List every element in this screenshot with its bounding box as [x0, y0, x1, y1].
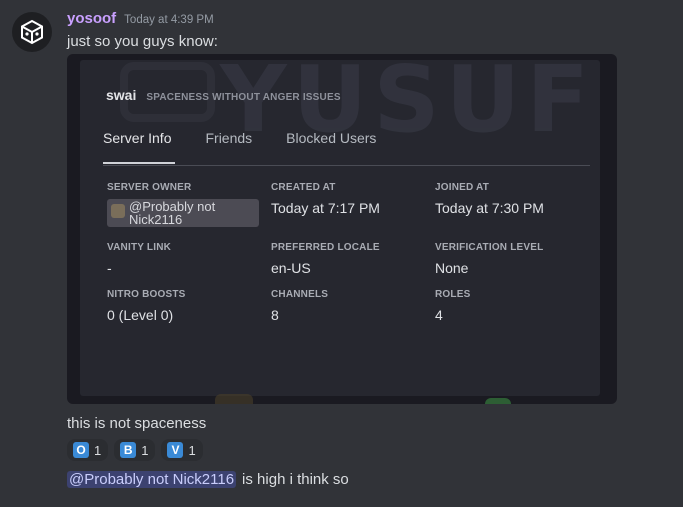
field-value: 0 (Level 0)	[107, 307, 174, 323]
timestamp[interactable]: Today at 4:39 PM	[124, 14, 214, 26]
regional-indicator-v-icon: V	[167, 442, 184, 458]
reaction-b[interactable]: B 1	[114, 439, 156, 461]
regional-indicator-o-icon: O	[73, 442, 89, 458]
field-joined-at: JOINED AT Today at 7:30 PM	[435, 182, 544, 216]
active-tab-indicator	[103, 162, 175, 164]
avatar[interactable]	[12, 12, 52, 52]
field-server-owner: SERVER OWNER @Probably not Nick2116	[107, 182, 259, 227]
server-header: swai SPACENESS WITHOUT ANGER ISSUES	[106, 87, 341, 103]
tab-bar: Server Info Friends Blocked Users	[103, 130, 376, 146]
server-name: swai	[106, 87, 137, 103]
tab-friends[interactable]: Friends	[205, 130, 252, 146]
field-preferred-locale: PREFERRED LOCALE en-US	[271, 242, 380, 276]
field-created-at: CREATED AT Today at 7:17 PM	[271, 182, 380, 216]
field-label: CREATED AT	[271, 182, 336, 193]
decorative-shape	[485, 398, 511, 404]
decorative-shape	[215, 394, 253, 404]
field-value: 8	[271, 307, 279, 323]
server-info-panel: YUSUF swai SPACENESS WITHOUT ANGER ISSUE…	[80, 54, 600, 396]
tab-divider	[103, 165, 590, 166]
message-text-3-content: is high i think so	[242, 471, 349, 488]
server-description: SPACENESS WITHOUT ANGER ISSUES	[146, 92, 341, 103]
username[interactable]: yosoof	[67, 10, 116, 27]
field-value: Today at 7:17 PM	[271, 200, 380, 216]
field-value: 4	[435, 307, 443, 323]
field-channels: CHANNELS 8	[271, 289, 328, 323]
field-label: NITRO BOOSTS	[107, 289, 186, 300]
field-label: SERVER OWNER	[107, 182, 192, 193]
attached-screenshot[interactable]: YUSUF swai SPACENESS WITHOUT ANGER ISSUE…	[67, 54, 617, 404]
field-label: CHANNELS	[271, 289, 329, 300]
field-label: PREFERRED LOCALE	[271, 242, 380, 253]
field-value: -	[107, 260, 112, 276]
regional-indicator-b-icon: B	[120, 442, 137, 458]
reaction-v[interactable]: V 1	[161, 439, 203, 461]
tab-server-info[interactable]: Server Info	[103, 130, 171, 146]
reaction-count: 1	[141, 442, 149, 458]
owner-mention: @Probably not Nick2116	[129, 199, 216, 227]
user-mention[interactable]: @Probably not Nick2116	[67, 471, 237, 488]
field-value: None	[435, 260, 469, 276]
field-roles: ROLES 4	[435, 289, 470, 323]
field-label: ROLES	[435, 289, 471, 300]
field-label: VANITY LINK	[107, 242, 172, 253]
field-label: JOINED AT	[435, 182, 490, 193]
field-nitro-boosts: NITRO BOOSTS 0 (Level 0)	[107, 289, 186, 323]
message-text-1: just so you guys know:	[67, 33, 218, 50]
message-text-2: this is not spaceness	[67, 415, 207, 432]
tab-blocked-users[interactable]: Blocked Users	[286, 130, 376, 146]
field-vanity-link: VANITY LINK -	[107, 242, 171, 276]
field-value: en-US	[271, 260, 311, 276]
user-avatar-icon	[111, 204, 125, 218]
reaction-count: 1	[94, 442, 102, 458]
cube-logo-icon	[21, 19, 43, 45]
field-label: VERIFICATION LEVEL	[435, 242, 544, 253]
reaction-count: 1	[188, 442, 196, 458]
message-header: yosoof Today at 4:39 PM	[67, 10, 214, 27]
reaction-o[interactable]: O 1	[67, 439, 109, 461]
reaction-bar: O 1 B 1 V 1	[67, 439, 203, 461]
message-text-3: @Probably not Nick2116 is high i think s…	[67, 471, 349, 488]
owner-mention-chip[interactable]: @Probably not Nick2116	[107, 199, 259, 227]
field-verification-level: VERIFICATION LEVEL None	[435, 242, 543, 276]
field-value: Today at 7:30 PM	[435, 200, 544, 216]
